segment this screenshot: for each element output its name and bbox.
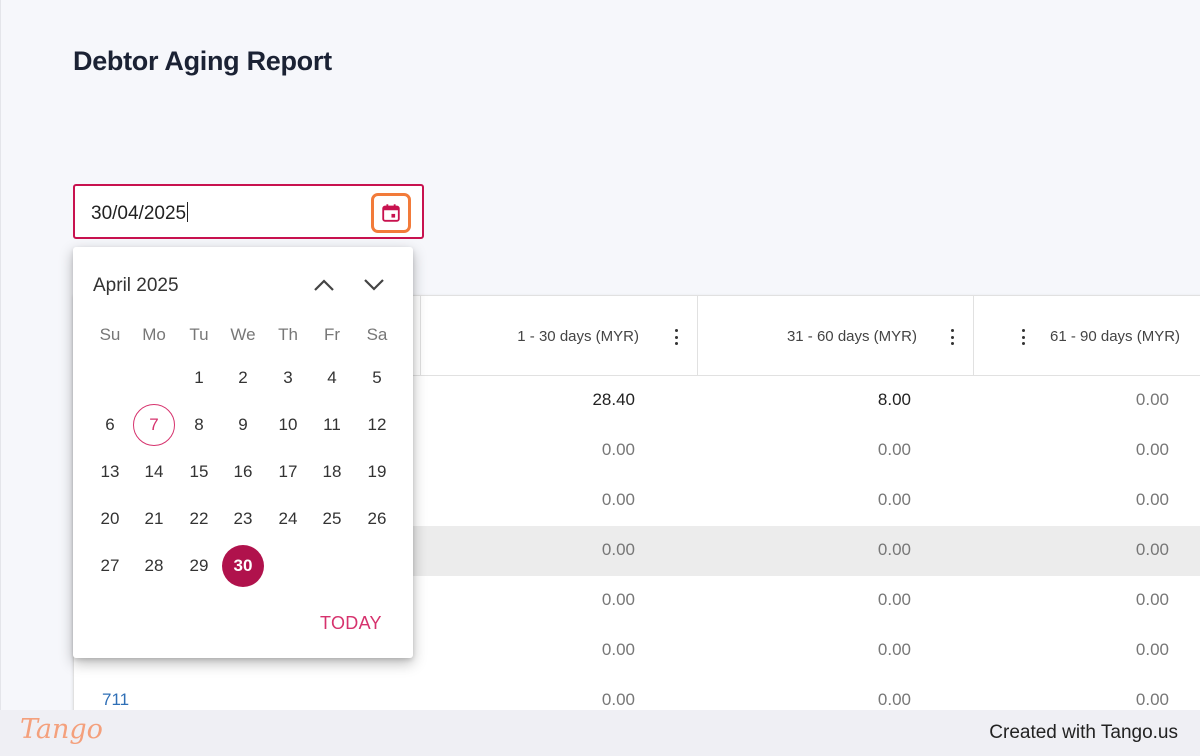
next-month-button[interactable] [360,271,388,299]
calendar-day[interactable]: 19 [356,451,398,493]
cell-61-90: 0.00 [1135,590,1169,609]
calendar-day[interactable]: 2 [222,357,264,399]
cell-31-60: 8.00 [877,390,911,409]
kebab-menu-icon[interactable] [673,329,679,345]
calendar-day[interactable]: 21 [133,498,175,540]
calendar-day[interactable]: 26 [356,498,398,540]
calendar-icon [382,204,400,222]
calendar-day[interactable]: 27 [89,545,131,587]
calendar-day[interactable]: 29 [178,545,220,587]
weekday-label: Mo [142,325,166,344]
text-caret [187,202,189,222]
calendar-day[interactable]: 3 [267,357,309,399]
kebab-menu-icon[interactable] [949,329,955,345]
cell-31-60: 0.00 [877,590,911,609]
calendar-day[interactable]: 7 [133,404,175,446]
cell-61-90: 0.00 [1135,690,1169,709]
calendar-day[interactable]: 23 [222,498,264,540]
column-header-label: 61 - 90 days (MYR) [1050,328,1181,345]
cell-61-90: 0.00 [1135,390,1169,409]
column-header-61-90[interactable]: 61 - 90 days (MYR) [973,296,1200,376]
column-header-label: 1 - 30 days (MYR) [517,328,639,345]
weekday-label: Tu [189,325,209,344]
calendar-day[interactable]: 20 [89,498,131,540]
calendar-day[interactable]: 10 [267,404,309,446]
weekday-label: Sa [366,325,388,344]
calendar-day[interactable]: 22 [178,498,220,540]
calendar-day[interactable]: 25 [311,498,353,540]
cell-1-30: 0.00 [601,690,635,709]
calendar-day[interactable]: 6 [89,404,131,446]
cell-61-90: 0.00 [1135,490,1169,509]
weekday-label: We [230,325,256,344]
report-page: Debtor Aging Report 30/04/2025 1 - 30 da… [0,0,1200,710]
cell-31-60: 0.00 [877,490,911,509]
calendar-day-selected[interactable]: 30 [222,545,264,587]
calendar-day[interactable]: 24 [267,498,309,540]
cell-1-30: 28.40 [592,390,635,409]
cell-1-30: 0.00 [601,490,635,509]
tango-logo: Tango [20,714,103,745]
cell-61-90: 0.00 [1135,540,1169,559]
cell-1-30: 0.00 [601,540,635,559]
cell-61-90: 0.00 [1135,440,1169,459]
chevron-up-icon [314,279,334,291]
calendar-day[interactable]: 28 [133,545,175,587]
date-input[interactable]: 30/04/2025 [91,202,189,225]
calendar-day[interactable]: 4 [311,357,353,399]
calendar-day[interactable]: 9 [222,404,264,446]
chevron-down-icon [364,279,384,291]
created-with-text: Created with Tango.us [989,722,1178,743]
calendar-month-label[interactable]: April 2025 [93,275,179,297]
calendar-day[interactable]: 8 [178,404,220,446]
cell-31-60: 0.00 [877,540,911,559]
weekday-label: Su [99,325,121,344]
calendar-day[interactable]: 15 [178,451,220,493]
cell-1-30: 0.00 [601,440,635,459]
page-title: Debtor Aging Report [73,46,332,76]
date-value: 30/04/2025 [91,203,187,224]
weekday-label: Fr [323,325,341,344]
calendar-day[interactable]: 18 [311,451,353,493]
calendar-day[interactable]: 1 [178,357,220,399]
table-row[interactable]: 711 0.00 0.00 0.00 [74,676,1200,710]
calendar-day[interactable]: 17 [267,451,309,493]
date-picker-popup: April 2025 Su Mo Tu We Th Fr Sa 1 2 3 4 5 6 7 8 9 10 11 1… [73,247,413,658]
column-header-31-60[interactable]: 31 - 60 days (MYR) [697,296,974,376]
debtor-code-link[interactable]: 711 [102,690,129,710]
calendar-day[interactable]: 14 [133,451,175,493]
footer: Tango Created with Tango.us [0,710,1200,756]
calendar-day[interactable]: 13 [89,451,131,493]
cell-31-60: 0.00 [877,440,911,459]
calendar-button[interactable] [371,193,411,233]
column-header-label: 31 - 60 days (MYR) [786,328,917,345]
cell-31-60: 0.00 [877,640,911,659]
calendar-day[interactable]: 12 [356,404,398,446]
cell-1-30: 0.00 [601,590,635,609]
today-button[interactable]: TODAY [320,613,382,634]
previous-month-button[interactable] [310,271,338,299]
cell-31-60: 0.00 [877,690,911,709]
calendar-day[interactable]: 5 [356,357,398,399]
calendar-day[interactable]: 11 [311,404,353,446]
column-header-1-30[interactable]: 1 - 30 days (MYR) [420,296,1025,376]
cell-61-90: 0.00 [1135,640,1169,659]
date-field[interactable]: 30/04/2025 [73,184,424,239]
cell-1-30: 0.00 [601,640,635,659]
weekday-label: Th [278,325,298,344]
calendar-day[interactable]: 16 [222,451,264,493]
